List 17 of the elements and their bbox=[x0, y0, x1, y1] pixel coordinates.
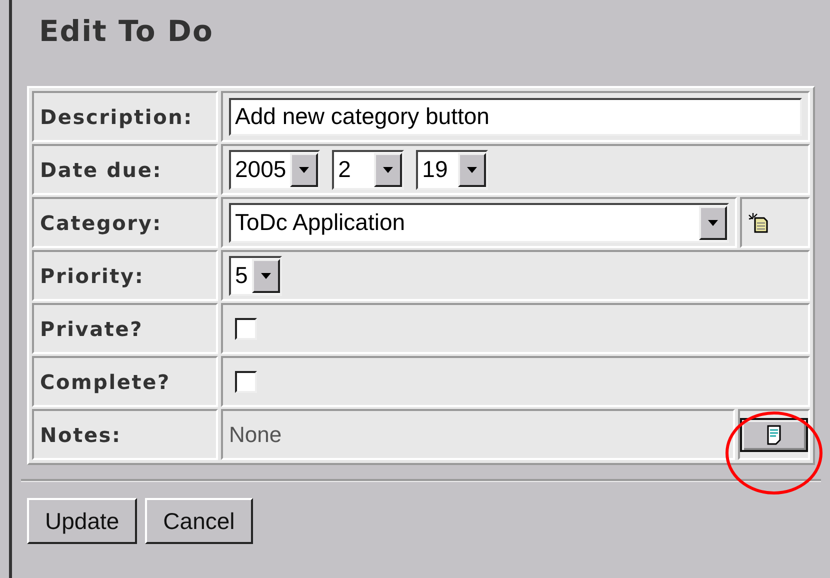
priority-dropdown[interactable]: 5 bbox=[229, 256, 282, 296]
category-dropdown[interactable]: ToDc Application bbox=[229, 202, 729, 242]
cancel-button[interactable]: Cancel bbox=[145, 498, 253, 544]
field-label: Complete? bbox=[40, 370, 170, 394]
notes-value: None bbox=[229, 422, 282, 448]
field-label: Description: bbox=[40, 104, 193, 128]
field-label: Date due: bbox=[40, 158, 162, 182]
page-title: Edit To Do bbox=[39, 14, 214, 48]
field-label: Private? bbox=[40, 316, 144, 340]
date-dropdown[interactable]: 19 bbox=[416, 150, 488, 190]
field-label: Category: bbox=[40, 210, 162, 234]
field-label: Notes: bbox=[40, 422, 122, 446]
field-label: Priority: bbox=[40, 264, 144, 288]
date-dropdown[interactable]: 2 bbox=[332, 150, 404, 190]
description-field[interactable]: Add new category button bbox=[229, 98, 802, 136]
date-dropdown[interactable]: 2005 bbox=[229, 150, 320, 190]
update-button[interactable]: Update bbox=[27, 498, 138, 544]
